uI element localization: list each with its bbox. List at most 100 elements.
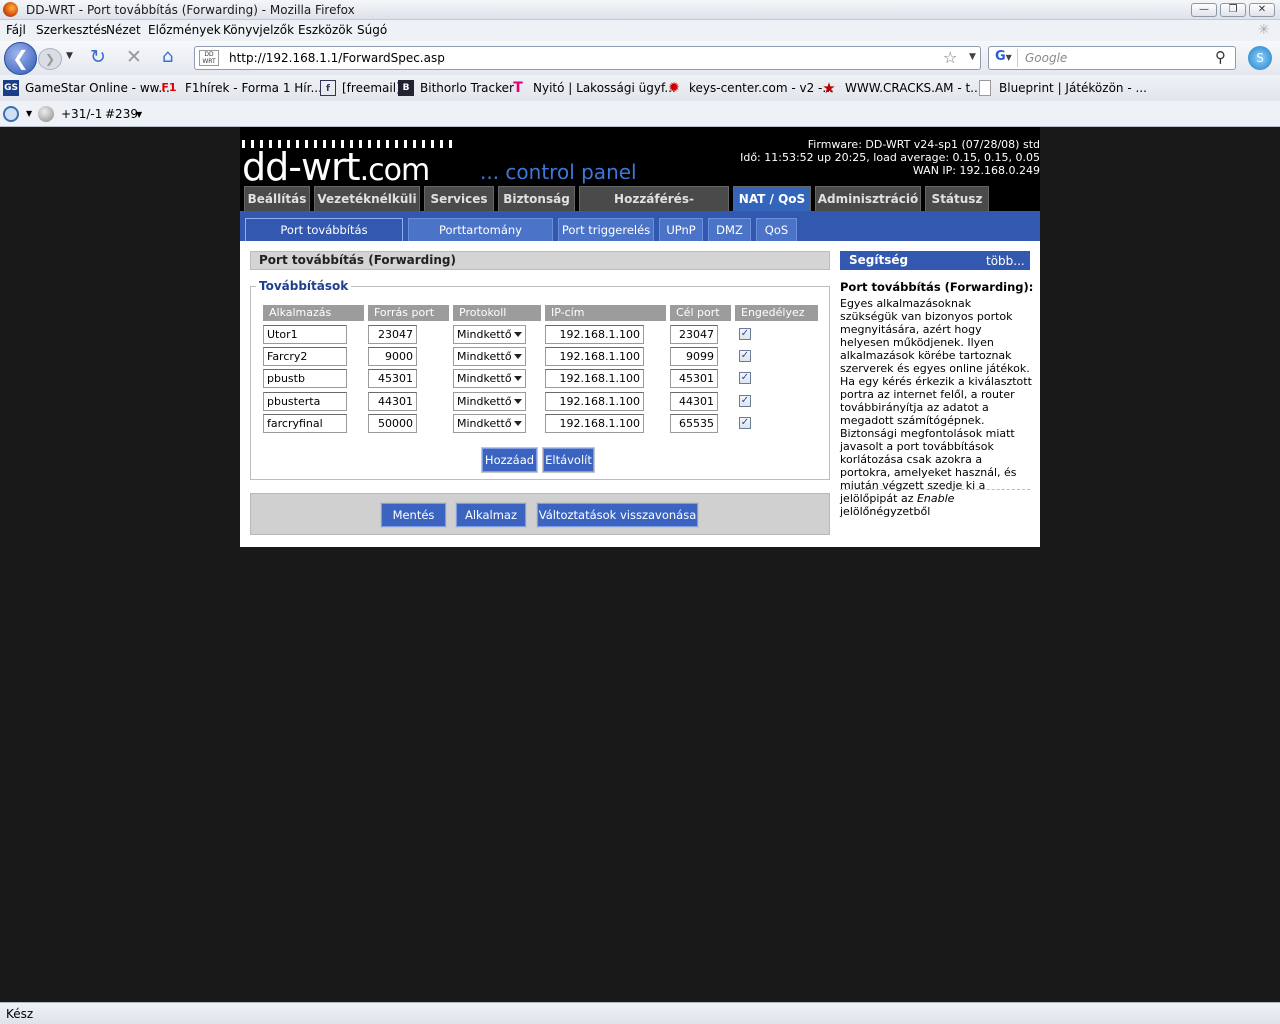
home-icon[interactable]: ⌂ — [162, 46, 173, 67]
site-favicon-icon: DD WRT — [199, 50, 219, 66]
url-dropdown-icon[interactable]: ▼ — [969, 52, 976, 62]
bookmark-keys-center[interactable]: keys-center.com - v2 -... — [689, 81, 834, 95]
menu-file[interactable]: Fájl — [6, 23, 26, 37]
source-port-input[interactable]: 44301 — [368, 392, 417, 411]
url-bar[interactable]: DD WRT http://192.168.1.1/ForwardSpec.asp… — [194, 46, 981, 70]
addon-circle-icon[interactable] — [3, 106, 19, 122]
addon-dropdown-icon[interactable]: ▼ — [26, 109, 32, 118]
application-input[interactable]: pbustb — [263, 369, 347, 388]
stop-icon[interactable]: ✕ — [126, 46, 142, 68]
ip-address-input[interactable]: 192.168.1.100 — [545, 369, 644, 388]
menu-tools[interactable]: Eszközök — [298, 23, 353, 37]
tab-wireless[interactable]: Vezetéknélküli — [314, 186, 420, 211]
enable-checkbox[interactable]: ✓ — [739, 417, 751, 429]
subtab-port-triggering[interactable]: Port triggerelés — [558, 218, 654, 241]
chevron-down-icon — [514, 421, 522, 426]
search-input[interactable]: Google — [1025, 51, 1067, 65]
forwards-legend: Továbbítások — [256, 279, 352, 293]
dest-port-input[interactable]: 9099 — [670, 347, 718, 366]
dest-port-input[interactable]: 45301 — [670, 369, 718, 388]
remove-button[interactable]: Eltávolít — [542, 447, 595, 473]
column-header-protocol: Protokoll — [453, 305, 541, 321]
subtab-qos[interactable]: QoS — [756, 218, 797, 241]
protocol-select[interactable]: Mindkettő — [453, 392, 526, 411]
application-input[interactable]: Farcry2 — [263, 347, 347, 366]
bookmark-star-icon[interactable]: ☆ — [943, 48, 957, 67]
dest-port-input[interactable]: 44301 — [670, 392, 718, 411]
google-engine-icon[interactable]: G▼ — [992, 49, 1018, 67]
save-button[interactable]: Mentés — [380, 502, 447, 528]
help-divider — [840, 489, 1030, 490]
ip-address-input[interactable]: 192.168.1.100 — [545, 325, 644, 344]
enable-checkbox[interactable]: ✓ — [739, 395, 751, 407]
tab-administration[interactable]: Adminisztráció — [815, 186, 921, 211]
menu-help[interactable]: Súgó — [357, 23, 387, 37]
menu-history[interactable]: Előzmények — [148, 23, 221, 37]
source-port-input[interactable]: 9000 — [368, 347, 417, 366]
enable-checkbox[interactable]: ✓ — [739, 328, 751, 340]
addon-icon[interactable]: S — [1248, 46, 1272, 70]
help-title: Port továbbítás (Forwarding): — [840, 280, 1034, 294]
bookmark-freemail[interactable]: [freemail] — [342, 81, 401, 95]
bookmark-f1hirek[interactable]: F1hírek - Forma 1 Hír... — [185, 81, 322, 95]
bookmark-blueprint[interactable]: Blueprint | Játéközön - ... — [999, 81, 1147, 95]
enable-checkbox[interactable]: ✓ — [739, 350, 751, 362]
help-text-end: jelölőnégyzetből — [840, 505, 931, 518]
addon-count-dropdown-icon[interactable]: ▼ — [136, 110, 142, 119]
tab-access-restrictions[interactable]: Hozzáférés-korlátozás — [579, 186, 729, 231]
application-input[interactable]: farcryfinal — [263, 414, 347, 433]
back-icon[interactable]: ❮ — [4, 42, 37, 75]
reload-icon[interactable]: ↻ — [90, 46, 106, 68]
chevron-down-icon — [514, 354, 522, 359]
revert-button[interactable]: Változtatások visszavonása — [536, 502, 699, 528]
search-icon[interactable]: ⚲ — [1215, 48, 1226, 66]
tab-services[interactable]: Services — [424, 186, 494, 211]
ip-address-input[interactable]: 192.168.1.100 — [545, 347, 644, 366]
ip-address-input[interactable]: 192.168.1.100 — [545, 414, 644, 433]
protocol-select[interactable]: Mindkettő — [453, 414, 526, 433]
tab-setup[interactable]: Beállítás — [244, 186, 310, 211]
application-input[interactable]: pbusterta — [263, 392, 347, 411]
subtab-port-range-forwarding[interactable]: Porttartomány továbbítás — [408, 218, 553, 259]
bookmark-cracks[interactable]: WWW.CRACKS.AM - t... — [845, 81, 982, 95]
menu-edit[interactable]: Szerkesztés — [36, 23, 107, 37]
protocol-select[interactable]: Mindkettő — [453, 347, 526, 366]
column-header-source-port: Forrás port — [368, 305, 449, 321]
minimize-icon[interactable]: — — [1191, 3, 1217, 17]
bookmark-gamestar[interactable]: GameStar Online - ww... — [25, 81, 170, 95]
apply-button[interactable]: Alkalmaz — [455, 502, 527, 528]
bookmark-bithorlo[interactable]: Bithorlo Tracker — [420, 81, 514, 95]
bookmark-telekom[interactable]: Nyitó | Lakossági ügyf... — [533, 81, 676, 95]
dest-port-input[interactable]: 65535 — [670, 414, 718, 433]
search-bar[interactable]: G▼ Google ⚲ — [988, 46, 1236, 70]
source-port-input[interactable]: 45301 — [368, 369, 417, 388]
protocol-select[interactable]: Mindkettő — [453, 325, 526, 344]
menu-view[interactable]: Nézet — [106, 23, 141, 37]
history-dropdown-icon[interactable]: ▼ — [66, 51, 73, 61]
protocol-value: Mindkettő — [457, 372, 512, 385]
menu-bookmarks[interactable]: Könyvjelzők — [223, 23, 294, 37]
subtab-dmz[interactable]: DMZ — [708, 218, 751, 241]
chevron-down-icon — [514, 399, 522, 404]
application-input[interactable]: Utor1 — [263, 325, 347, 344]
close-icon[interactable]: ✕ — [1249, 3, 1275, 17]
tab-status[interactable]: Státusz — [925, 186, 989, 211]
maximize-icon[interactable]: ❐ — [1220, 3, 1246, 17]
addon-count[interactable]: #239 — [105, 107, 138, 121]
freemail-icon: f — [320, 80, 336, 96]
subtab-port-forwarding[interactable]: Port továbbítás (forwarding) — [245, 218, 403, 259]
tab-nat-qos[interactable]: NAT / QoS — [733, 186, 811, 211]
source-port-input[interactable]: 50000 — [368, 414, 417, 433]
enable-checkbox[interactable]: ✓ — [739, 372, 751, 384]
subtab-upnp[interactable]: UPnP — [659, 218, 703, 241]
url-text[interactable]: http://192.168.1.1/ForwardSpec.asp — [229, 51, 445, 65]
dest-port-input[interactable]: 23047 — [670, 325, 718, 344]
forward-icon[interactable]: ❯ — [38, 48, 62, 70]
help-more-link[interactable]: több... — [986, 254, 1025, 268]
tab-security[interactable]: Biztonság — [498, 186, 575, 211]
ip-address-input[interactable]: 192.168.1.100 — [545, 392, 644, 411]
source-port-input[interactable]: 23047 — [368, 325, 417, 344]
add-button[interactable]: Hozzáad — [481, 447, 538, 473]
protocol-select[interactable]: Mindkettő — [453, 369, 526, 388]
chevron-down-icon — [514, 376, 522, 381]
